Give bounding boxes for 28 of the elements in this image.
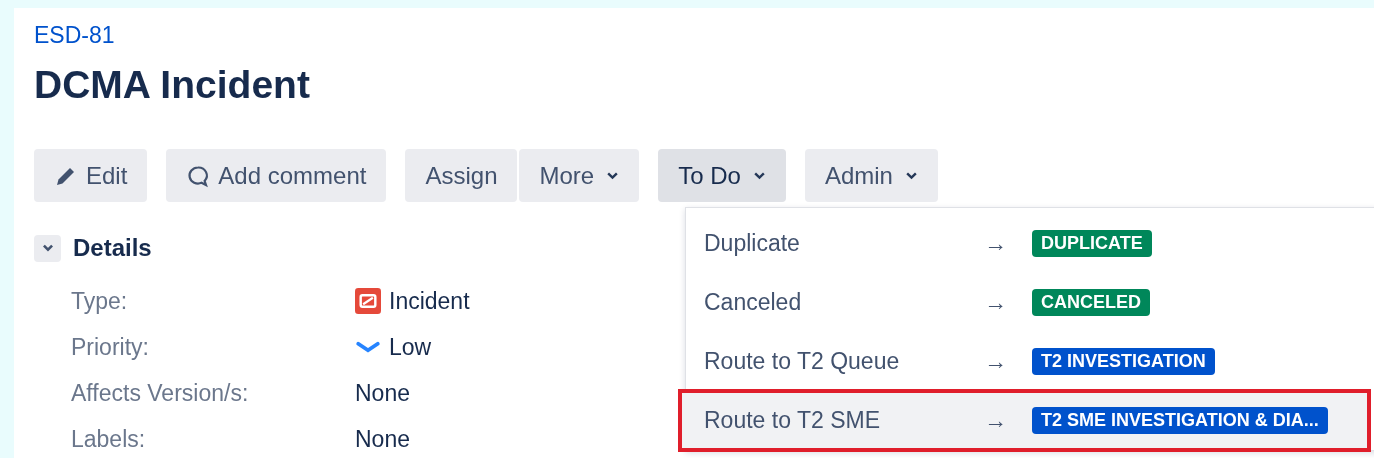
incident-icon [355, 288, 381, 314]
comment-button[interactable]: Add comment [166, 149, 387, 202]
menu-item[interactable]: Route to T2 SME → T2 SME INVESTIGATION & DIA... [680, 391, 1369, 450]
issue-key-link[interactable]: ESD-81 [34, 22, 115, 49]
status-lozenge: T2 INVESTIGATION [1032, 348, 1215, 375]
field-value: None [355, 425, 410, 453]
toolbar-button[interactable]: Assign [405, 149, 518, 202]
section-title: Details [73, 234, 152, 262]
menu-item[interactable]: Route to T2 Queue → T2 INVESTIGATION [686, 332, 1374, 391]
field-value: Incident [389, 287, 470, 315]
dropdown-button[interactable]: Admin [804, 149, 938, 202]
status-lozenge: CANCELED [1032, 289, 1150, 316]
field-value: Low [389, 333, 432, 361]
field-label: Labels: [71, 425, 147, 453]
status-lozenge: DUPLICATE [1032, 230, 1152, 257]
field-value: None [355, 379, 410, 407]
menu-item[interactable]: Canceled → CANCELED [686, 273, 1374, 332]
dropdown-button[interactable]: More [519, 149, 640, 202]
menu-item[interactable]: Duplicate → DUPLICATE [686, 214, 1374, 273]
collapse-toggle[interactable] [34, 234, 61, 262]
field-label: Priority: [71, 333, 150, 361]
status-lozenge: T2 SME INVESTIGATION & DIA... [1032, 407, 1328, 434]
issue-title: DCMA Incident [34, 63, 311, 107]
field-label: Type: [71, 287, 129, 315]
comment-icon [186, 163, 211, 188]
dropdown-button[interactable]: To Do [658, 149, 786, 202]
field-label: Affects Version/s: [71, 379, 250, 407]
edit-button[interactable]: Edit [34, 149, 148, 202]
